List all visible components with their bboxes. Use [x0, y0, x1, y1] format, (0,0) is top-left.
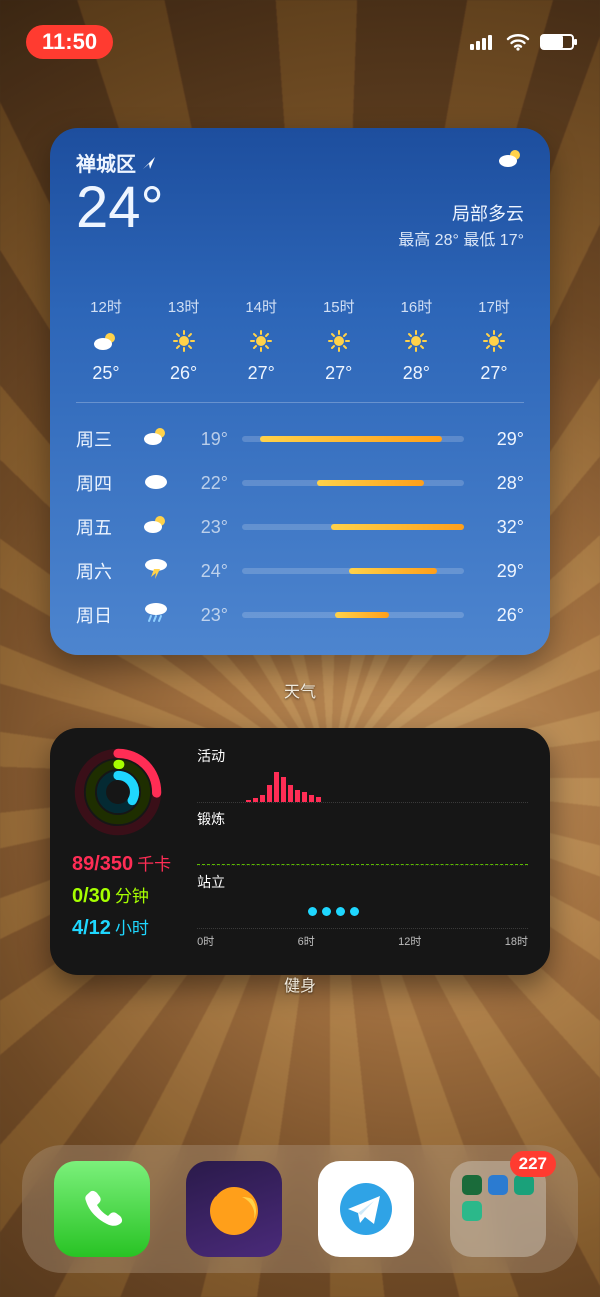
hour-forecast: 16时28° — [386, 296, 446, 384]
move-chart-label: 活动 — [197, 746, 528, 766]
day-forecast-row: 周五23°32° — [76, 505, 524, 549]
firefox-icon — [202, 1177, 266, 1241]
fitness-widget[interactable]: 89/350千卡 0/30分钟 4/12小时 活动 锻炼 站立 0时6时12时1… — [50, 728, 550, 975]
temp-range-bar — [242, 568, 464, 574]
hour-forecast: 12时25° — [76, 296, 136, 384]
chart-time-axis: 0时6时12时18时 — [197, 933, 528, 949]
folder-item — [514, 1175, 534, 1195]
temp-range-bar — [242, 612, 464, 618]
activity-rings-icon — [72, 746, 164, 838]
weather-hourly-forecast: 12时25° 13时26° 14时27° 15时27° 16时28° 17时27° — [76, 296, 524, 403]
hour-forecast: 17时27° — [464, 296, 524, 384]
folder-badge: 227 — [510, 1151, 556, 1177]
fitness-stand-metric: 4/12小时 — [72, 912, 171, 944]
partly-icon — [132, 514, 180, 540]
weather-condition: 局部多云 — [398, 200, 524, 226]
weather-widget-caption: 天气 — [0, 678, 600, 702]
partly-cloudy-icon — [398, 148, 524, 174]
sun-icon — [154, 327, 214, 355]
day-forecast-row: 周四22°28° — [76, 461, 524, 505]
hour-forecast: 14时27° — [231, 296, 291, 384]
fitness-widget-caption: 健身 — [0, 972, 600, 996]
partly-icon — [132, 426, 180, 452]
partly-icon — [76, 327, 136, 355]
weather-widget[interactable]: 禅城区 24° 局部多云 最高 28° 最低 17° 12时25°13时26°1… — [50, 128, 550, 655]
phone-icon — [77, 1184, 127, 1234]
move-chart — [197, 769, 528, 803]
wifi-icon — [506, 33, 530, 51]
exercise-chart — [197, 832, 528, 866]
firefox-app[interactable] — [186, 1161, 282, 1257]
exercise-chart-label: 锻炼 — [197, 809, 528, 829]
app-folder[interactable]: 227 — [450, 1161, 546, 1257]
hour-forecast: 13时26° — [154, 296, 214, 384]
location-arrow-icon — [142, 156, 156, 170]
day-forecast-row: 周日23°26° — [76, 593, 524, 637]
rain-icon — [132, 601, 180, 629]
temp-range-bar — [242, 524, 464, 530]
weather-current-temp: 24° — [76, 179, 164, 237]
weather-high-low: 最高 28° 最低 17° — [398, 226, 524, 250]
status-time-recording-pill[interactable]: 11:50 — [26, 25, 113, 59]
telegram-icon — [334, 1177, 398, 1241]
temp-range-bar — [242, 436, 464, 442]
phone-app[interactable] — [54, 1161, 150, 1257]
temp-range-bar — [242, 480, 464, 486]
fitness-exercise-metric: 0/30分钟 — [72, 880, 171, 912]
sun-icon — [309, 327, 369, 355]
sun-icon — [386, 327, 446, 355]
folder-item — [488, 1175, 508, 1195]
weather-location: 禅城区 — [76, 148, 164, 177]
cellular-signal-icon — [470, 34, 496, 50]
sun-icon — [231, 327, 291, 355]
day-forecast-row: 周三19°29° — [76, 417, 524, 461]
storm-icon — [132, 557, 180, 585]
day-forecast-row: 周六24°29° — [76, 549, 524, 593]
sun-icon — [464, 327, 524, 355]
fitness-move-metric: 89/350千卡 — [72, 848, 171, 880]
cloud-icon — [132, 471, 180, 495]
folder-item — [462, 1201, 482, 1221]
dock: 227 — [22, 1145, 578, 1273]
hour-forecast: 15时27° — [309, 296, 369, 384]
battery-icon — [540, 34, 574, 50]
telegram-app[interactable] — [318, 1161, 414, 1257]
stand-chart-label: 站立 — [197, 872, 528, 892]
stand-chart — [197, 895, 528, 929]
weather-daily-forecast: 周三19°29°周四22°28°周五23°32°周六24°29°周日23°26° — [76, 417, 524, 637]
folder-item — [462, 1175, 482, 1195]
status-bar: 11:50 — [0, 18, 600, 66]
